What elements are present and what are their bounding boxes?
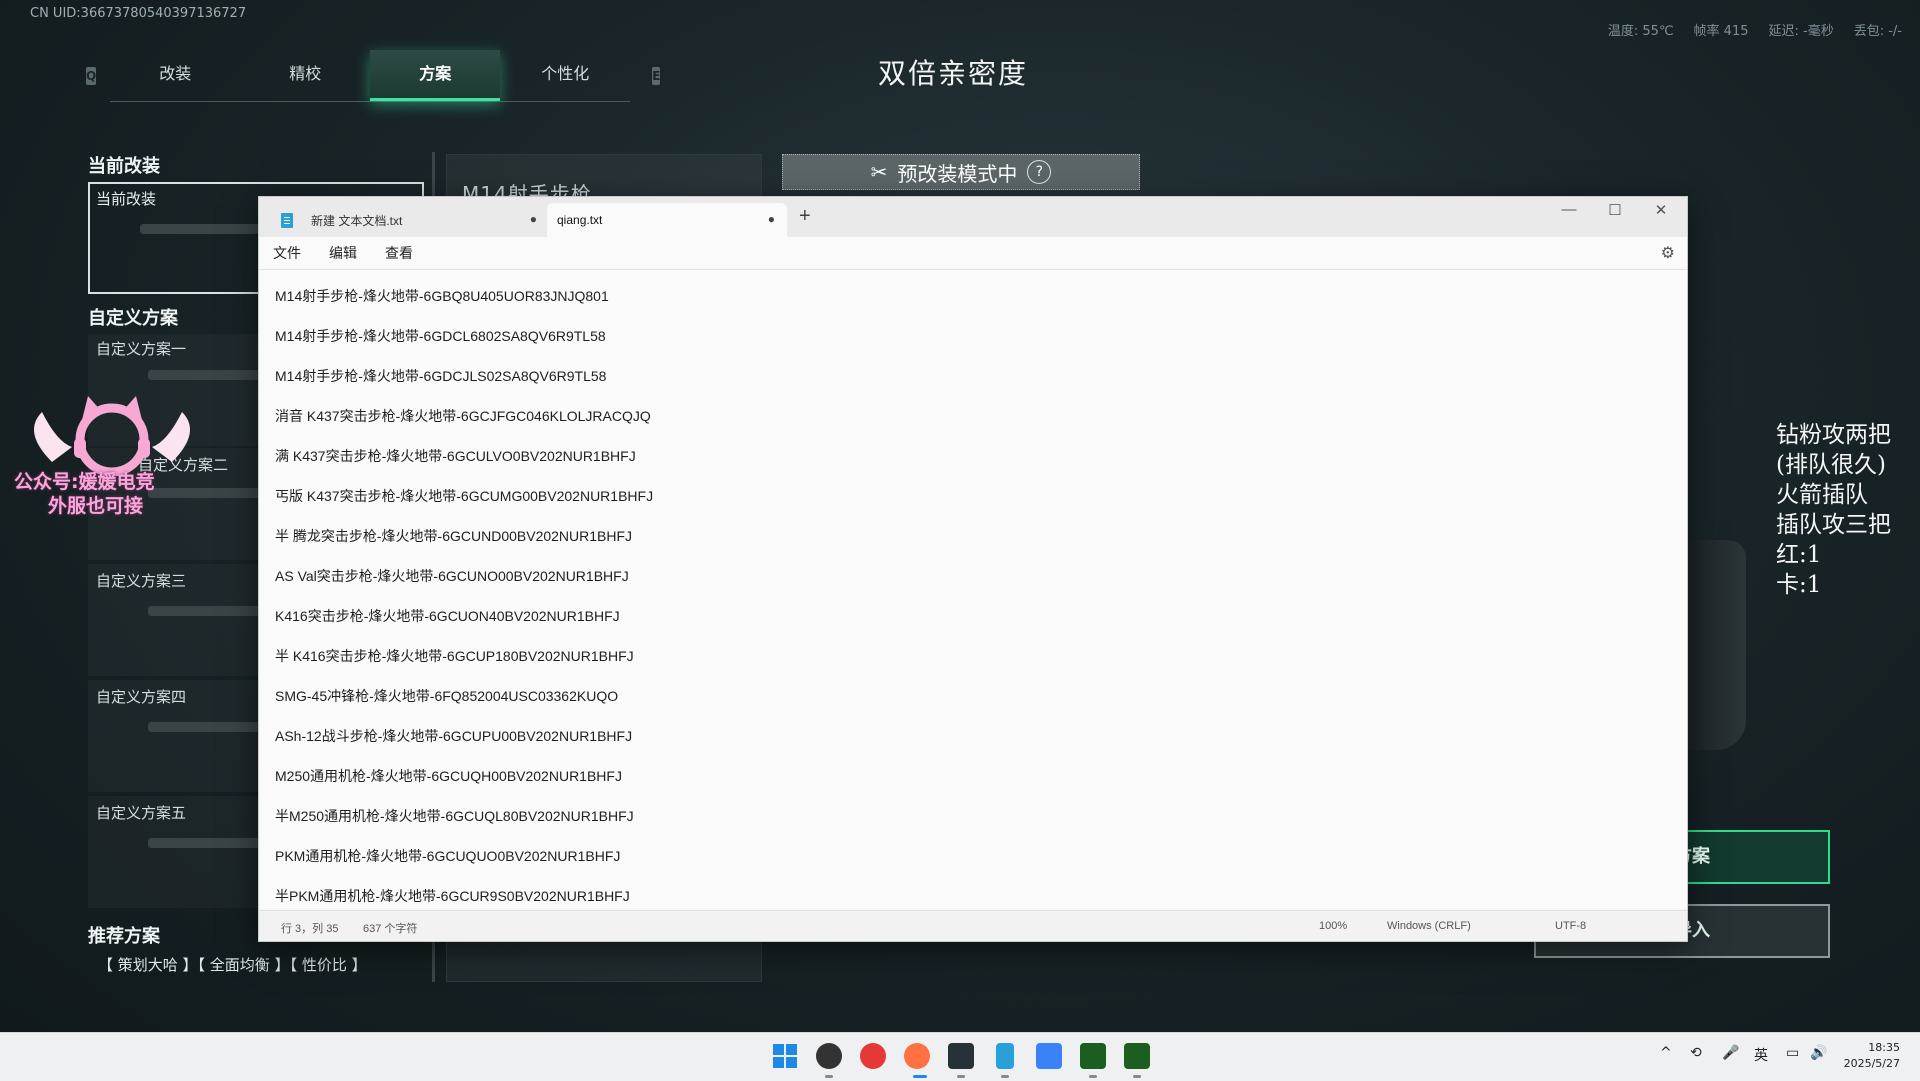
volume-icon[interactable]: 🔊 bbox=[1810, 1045, 1827, 1061]
temp-stat: 温度: 55℃ bbox=[1607, 24, 1674, 39]
clock[interactable]: 18:35 2025/5/27 bbox=[1844, 1040, 1900, 1072]
custom-slot-label: 自定义方案四 bbox=[96, 688, 187, 706]
custom-slot-label: 自定义方案一 bbox=[96, 340, 187, 358]
text-line: 半 腾龙突击步枪-烽火地带-6GCUND00BV202NUR1BHFJ bbox=[275, 528, 633, 544]
scene-title: 双倍亲密度 bbox=[878, 57, 1029, 90]
current-mod-slot-label: 当前改装 bbox=[96, 190, 157, 208]
windows-start-icon[interactable] bbox=[772, 1043, 798, 1069]
packet-loss-stat: 丢包: -/- bbox=[1853, 24, 1902, 39]
sync-icon[interactable]: ⟲ bbox=[1690, 1045, 1702, 1061]
running-indicator bbox=[957, 1075, 965, 1078]
cursor-position: 行 3，列 35 bbox=[281, 923, 339, 935]
text-line: M14射手步枪-烽火地带-6GDCJLS02SA8QV6R9TL58 bbox=[275, 368, 607, 384]
running-indicator bbox=[1089, 1075, 1097, 1078]
recommend-heading: 推荐方案 bbox=[88, 926, 160, 947]
notepad-icon[interactable] bbox=[996, 1043, 1014, 1069]
minimize-button[interactable]: — bbox=[1547, 201, 1591, 218]
text-line: M250通用机枪-烽火地带-6GCUQH00BV202NUR1BHFJ bbox=[275, 768, 622, 784]
char-count: 637 个字符 bbox=[363, 923, 418, 935]
network-icon[interactable]: ▭ bbox=[1786, 1045, 1799, 1061]
tab-scheme[interactable]: 方案 bbox=[370, 50, 501, 101]
netease-music-icon[interactable] bbox=[860, 1043, 886, 1069]
game-booster-icon[interactable] bbox=[1036, 1043, 1062, 1069]
maximize-button[interactable]: ☐ bbox=[1593, 201, 1637, 219]
unsaved-dot: ● bbox=[767, 212, 775, 226]
new-tab-button[interactable]: + bbox=[799, 205, 811, 228]
app-icon[interactable] bbox=[816, 1043, 842, 1069]
text-line: 满 K437突击步枪-烽火地带-6GCULVO0BV202NUR1BHFJ bbox=[275, 448, 636, 464]
text-line: K416突击步枪-烽火地带-6GCUON40BV202NUR1BHFJ bbox=[275, 608, 620, 624]
line-ending[interactable]: Windows (CRLF) bbox=[1387, 920, 1471, 932]
tab-title: 新建 文本文档.txt bbox=[311, 213, 403, 228]
tab-title: qiang.txt bbox=[557, 213, 603, 227]
watermark-text: 公众号:媛媛电竞 外服也可接 bbox=[14, 470, 155, 518]
watermark-line: 外服也可接 bbox=[48, 495, 144, 517]
menu-bar: 文件 编辑 查看 bbox=[259, 237, 1687, 270]
text-line: 消音 K437突击步枪-烽火地带-6GCJFGC046KLOLJRACQJQ bbox=[275, 408, 651, 424]
clock-date: 2025/5/27 bbox=[1843, 1057, 1900, 1070]
unsaved-dot: ● bbox=[529, 212, 537, 226]
running-indicator bbox=[1133, 1075, 1141, 1078]
tab-new-text-doc[interactable]: 新建 文本文档.txt ● bbox=[267, 203, 549, 237]
tab-strip: 改装 精校 方案 个性化 bbox=[110, 50, 631, 102]
active-indicator bbox=[913, 1075, 927, 1078]
wrench-icon: ✂ bbox=[870, 160, 888, 184]
running-indicator bbox=[825, 1075, 833, 1078]
encoding[interactable]: UTF-8 bbox=[1555, 920, 1586, 932]
close-button[interactable]: ✕ bbox=[1639, 201, 1683, 219]
latency-stat: 延迟: -毫秒 bbox=[1768, 24, 1834, 39]
tab-qiang-txt[interactable]: qiang.txt ● bbox=[547, 203, 787, 237]
tab-personalize[interactable]: 个性化 bbox=[500, 50, 630, 98]
running-indicator bbox=[1001, 1075, 1009, 1078]
menu-view[interactable]: 查看 bbox=[385, 243, 413, 263]
tray-chevron-icon[interactable]: ^ bbox=[1660, 1045, 1672, 1061]
editor-icon[interactable] bbox=[948, 1043, 974, 1069]
weapon-model-shape bbox=[1686, 540, 1746, 750]
notepad-doc-icon bbox=[281, 212, 293, 228]
microphone-icon[interactable]: 🎤 bbox=[1722, 1045, 1739, 1061]
delta-force-icon[interactable] bbox=[1124, 1043, 1150, 1069]
browser-icon[interactable] bbox=[904, 1043, 930, 1069]
top-tab-nav: Q 改装 精校 方案 个性化 E bbox=[86, 50, 661, 102]
text-line: 丐版 K437突击步枪-烽火地带-6GCUMG00BV202NUR1BHFJ bbox=[275, 488, 654, 504]
zoom-level[interactable]: 100% bbox=[1319, 920, 1347, 932]
current-mod-heading: 当前改装 bbox=[88, 156, 160, 177]
clock-time: 18:35 bbox=[1868, 1041, 1900, 1054]
premod-banner[interactable]: ✂ 预改装模式中 ? bbox=[782, 154, 1140, 190]
text-line: 半M250通用机枪-烽火地带-6GCUQL80BV202NUR1BHFJ bbox=[275, 808, 634, 824]
tab-calibrate[interactable]: 精校 bbox=[240, 50, 370, 98]
uid-text: CN UID:366737805403971367​27 bbox=[30, 6, 247, 21]
text-line: 半PKM通用机枪-烽火地带-6GCUR9S0BV202NUR1BHFJ bbox=[275, 888, 630, 904]
taskbar: ^ ⟲ 🎤 英 ▭ 🔊 18:35 2025/5/27 bbox=[0, 1032, 1920, 1081]
custom-slot-label: 自定义方案三 bbox=[96, 572, 187, 590]
q-key-hint[interactable]: Q bbox=[86, 67, 97, 85]
text-line: M14射手步枪-烽火地带-6GDCL6802SA8QV6R9TL58 bbox=[275, 328, 606, 344]
overlay-note: 钻粉攻两把 (排队很久) 火箭插队 插队攻三把 红:1 卡:1 bbox=[1776, 422, 1891, 598]
notepad-window: 新建 文本文档.txt ● qiang.txt ● + — ☐ ✕ 文件 编辑 … bbox=[258, 196, 1688, 942]
custom-slot-label: 自定义方案五 bbox=[96, 804, 187, 822]
text-line: AS Val突击步枪-烽火地带-6GCUNO00BV202NUR1BHFJ bbox=[275, 568, 629, 584]
help-icon[interactable]: ? bbox=[1027, 160, 1052, 184]
premod-label: 预改装模式中 bbox=[897, 161, 1018, 186]
watermark-line: 公众号:媛媛电竞 bbox=[14, 471, 155, 493]
tab-bar: 新建 文本文档.txt ● qiang.txt ● + — ☐ ✕ bbox=[259, 197, 1687, 237]
fps-stat: 帧率 415 bbox=[1693, 24, 1749, 39]
text-editor[interactable]: M14射手步枪-烽火地带-6GBQ8U405UOR83JNJQ801 M14射手… bbox=[259, 270, 1687, 908]
perf-stats: 温度: 55℃ 帧率 415 延迟: -毫秒 丢包: -/- bbox=[1608, 20, 1902, 39]
menu-edit[interactable]: 编辑 bbox=[329, 243, 357, 263]
text-line: ASh-12战斗步枪-烽火地带-6GCUPU00BV202NUR1BHFJ bbox=[275, 728, 633, 744]
text-line: M14射手步枪-烽火地带-6GBQ8U405UOR83JNJQ801 bbox=[275, 288, 609, 304]
text-line: SMG-45冲锋枪-烽火地带-6FQ852004USC03362KUQO bbox=[275, 688, 619, 704]
custom-schemes-heading: 自定义方案 bbox=[88, 308, 178, 329]
recommend-links[interactable]: 【 策划大哈 】【 全面均衡 】【 性价比 】 bbox=[98, 954, 367, 975]
delta-force-icon[interactable] bbox=[1080, 1043, 1106, 1069]
text-line: PKM通用机枪-烽火地带-6GCUQUO0BV202NUR1BHFJ bbox=[275, 848, 621, 864]
ime-indicator[interactable]: 英 bbox=[1754, 1045, 1768, 1065]
status-bar: 行 3，列 35 637 个字符 100% Windows (CRLF) UTF… bbox=[259, 910, 1687, 941]
settings-gear-icon[interactable]: ⚙ bbox=[1661, 243, 1675, 263]
menu-file[interactable]: 文件 bbox=[273, 243, 301, 263]
e-key-hint[interactable]: E bbox=[652, 67, 661, 85]
tab-modify[interactable]: 改装 bbox=[110, 50, 240, 98]
text-line: 半 K416突击步枪-烽火地带-6GCUP180BV202NUR1BHFJ bbox=[275, 648, 634, 664]
